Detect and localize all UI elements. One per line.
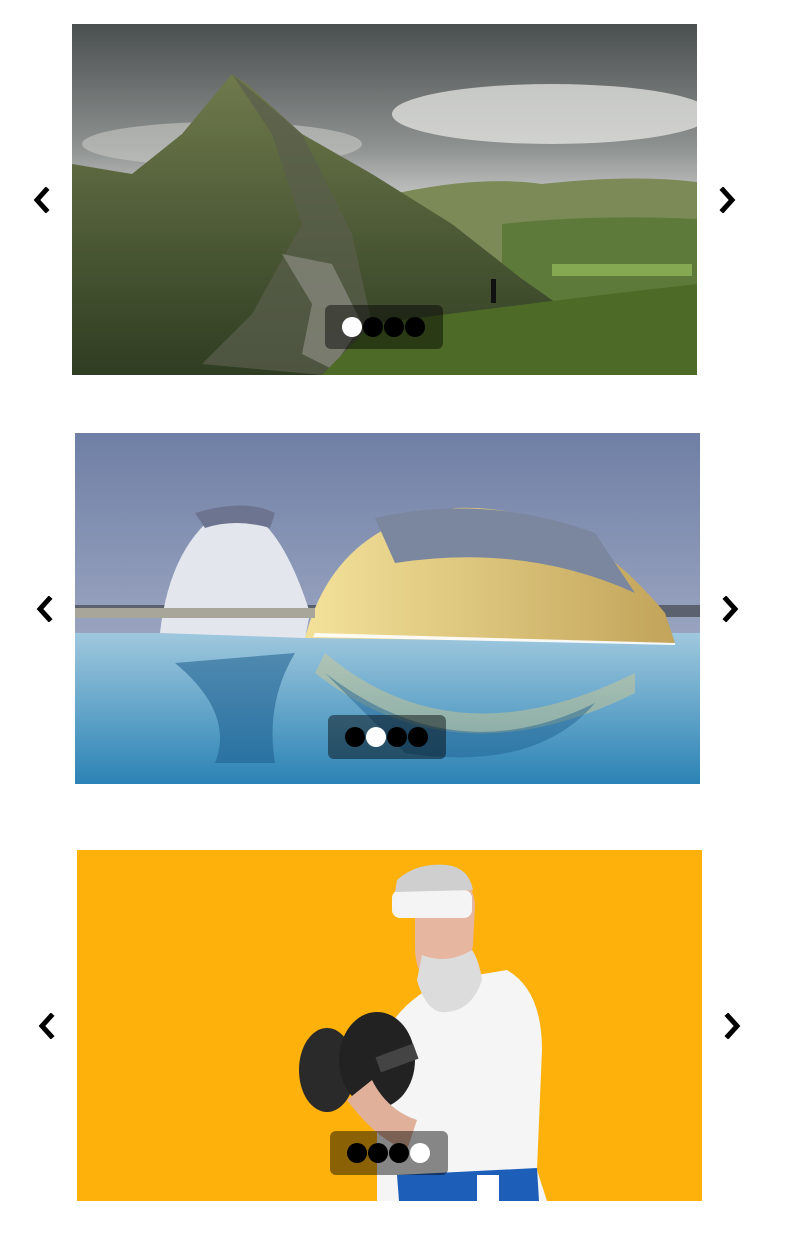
- chevron-left-icon: [38, 1013, 55, 1039]
- carousel-dots: [328, 715, 446, 759]
- pagination-dot[interactable]: [405, 317, 425, 337]
- carousel-slide-image: [77, 850, 702, 1201]
- image-carousel-2: [0, 400, 794, 810]
- image-carousel-3: [0, 810, 794, 1230]
- chevron-right-icon: [719, 187, 736, 213]
- pagination-dot[interactable]: [408, 727, 428, 747]
- pagination-dot[interactable]: [387, 727, 407, 747]
- pagination-dot[interactable]: [384, 317, 404, 337]
- carousel-dots: [330, 1131, 448, 1175]
- carousel-next-button[interactable]: [719, 1008, 747, 1044]
- carousel-prev-button[interactable]: [32, 1008, 60, 1044]
- pagination-dot[interactable]: [347, 1143, 367, 1163]
- pagination-dot-active[interactable]: [410, 1143, 430, 1163]
- chevron-left-icon: [36, 596, 53, 622]
- carousel-dots: [325, 305, 443, 349]
- carousel-next-button[interactable]: [714, 182, 742, 218]
- carousel-next-button[interactable]: [717, 591, 745, 627]
- carousel-slide-image: [72, 24, 697, 375]
- chevron-right-icon: [724, 1013, 741, 1039]
- pagination-dot-active[interactable]: [342, 317, 362, 337]
- chevron-right-icon: [722, 596, 739, 622]
- carousel-prev-button[interactable]: [30, 591, 58, 627]
- pagination-dot[interactable]: [345, 727, 365, 747]
- carousel-prev-button[interactable]: [27, 182, 55, 218]
- pagination-dot[interactable]: [363, 317, 383, 337]
- image-carousel-1: [0, 0, 794, 400]
- chevron-left-icon: [33, 187, 50, 213]
- pagination-dot[interactable]: [368, 1143, 388, 1163]
- carousel-slide-image: [75, 433, 700, 784]
- pagination-dot-active[interactable]: [366, 727, 386, 747]
- pagination-dot[interactable]: [389, 1143, 409, 1163]
